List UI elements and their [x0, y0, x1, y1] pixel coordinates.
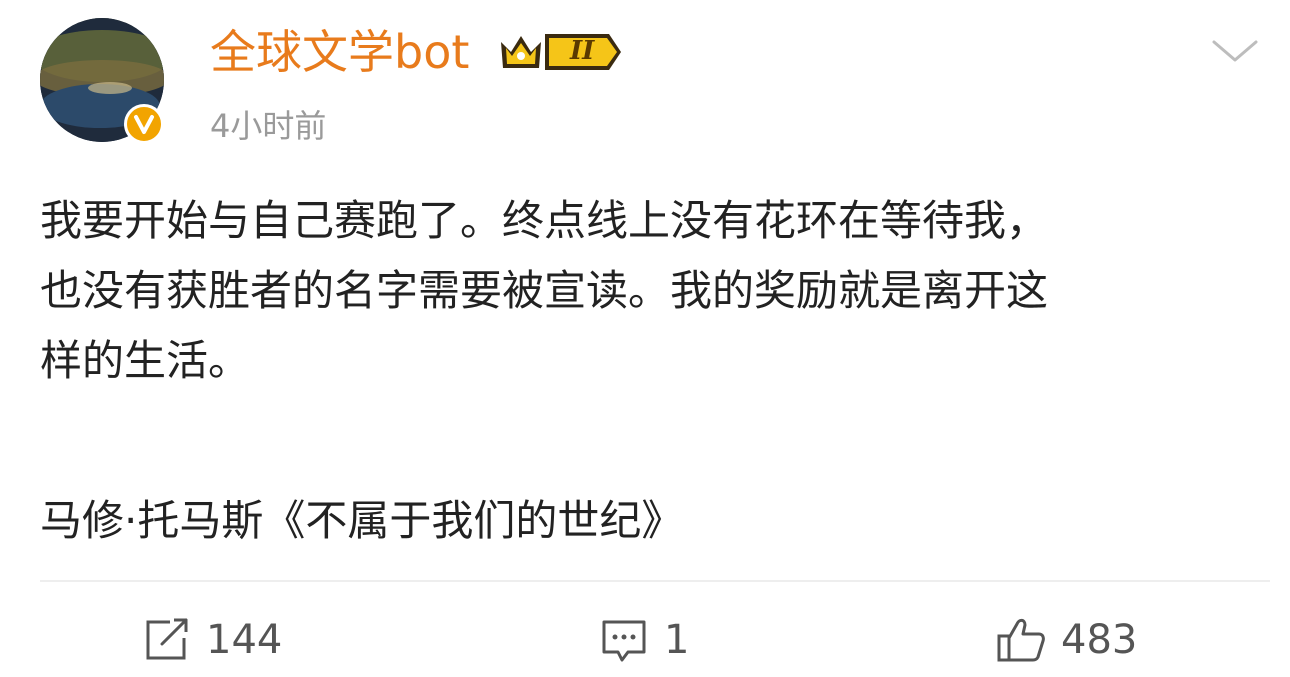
post-content: 我要开始与自己赛跑了。终点线上没有花环在等待我， 也没有获胜者的名字需要被宣读。…: [40, 186, 1240, 396]
verified-icon: [124, 104, 164, 144]
like-button[interactable]: 483: [995, 612, 1137, 668]
comment-count: 1: [664, 617, 690, 663]
level-badge-icon[interactable]: [497, 30, 625, 74]
comment-icon: [598, 614, 650, 666]
repost-button[interactable]: 144: [140, 612, 282, 668]
repost-count: 144: [206, 617, 283, 663]
username[interactable]: 全球文学bot: [210, 22, 469, 82]
repost-icon: [140, 614, 192, 666]
like-count: 483: [1061, 617, 1138, 663]
post-paragraph: 我要开始与自己赛跑了。终点线上没有花环在等待我， 也没有获胜者的名字需要被宣读。…: [40, 196, 1049, 385]
divider: [40, 580, 1270, 582]
level-label: II: [570, 36, 595, 66]
thumbs-up-icon: [995, 614, 1047, 666]
post-timestamp: 4小时前: [210, 107, 327, 145]
comment-button[interactable]: 1: [598, 612, 689, 668]
chevron-down-icon[interactable]: [1210, 36, 1260, 66]
post-attribution: 马修·托马斯《不属于我们的世纪》: [40, 496, 684, 545]
